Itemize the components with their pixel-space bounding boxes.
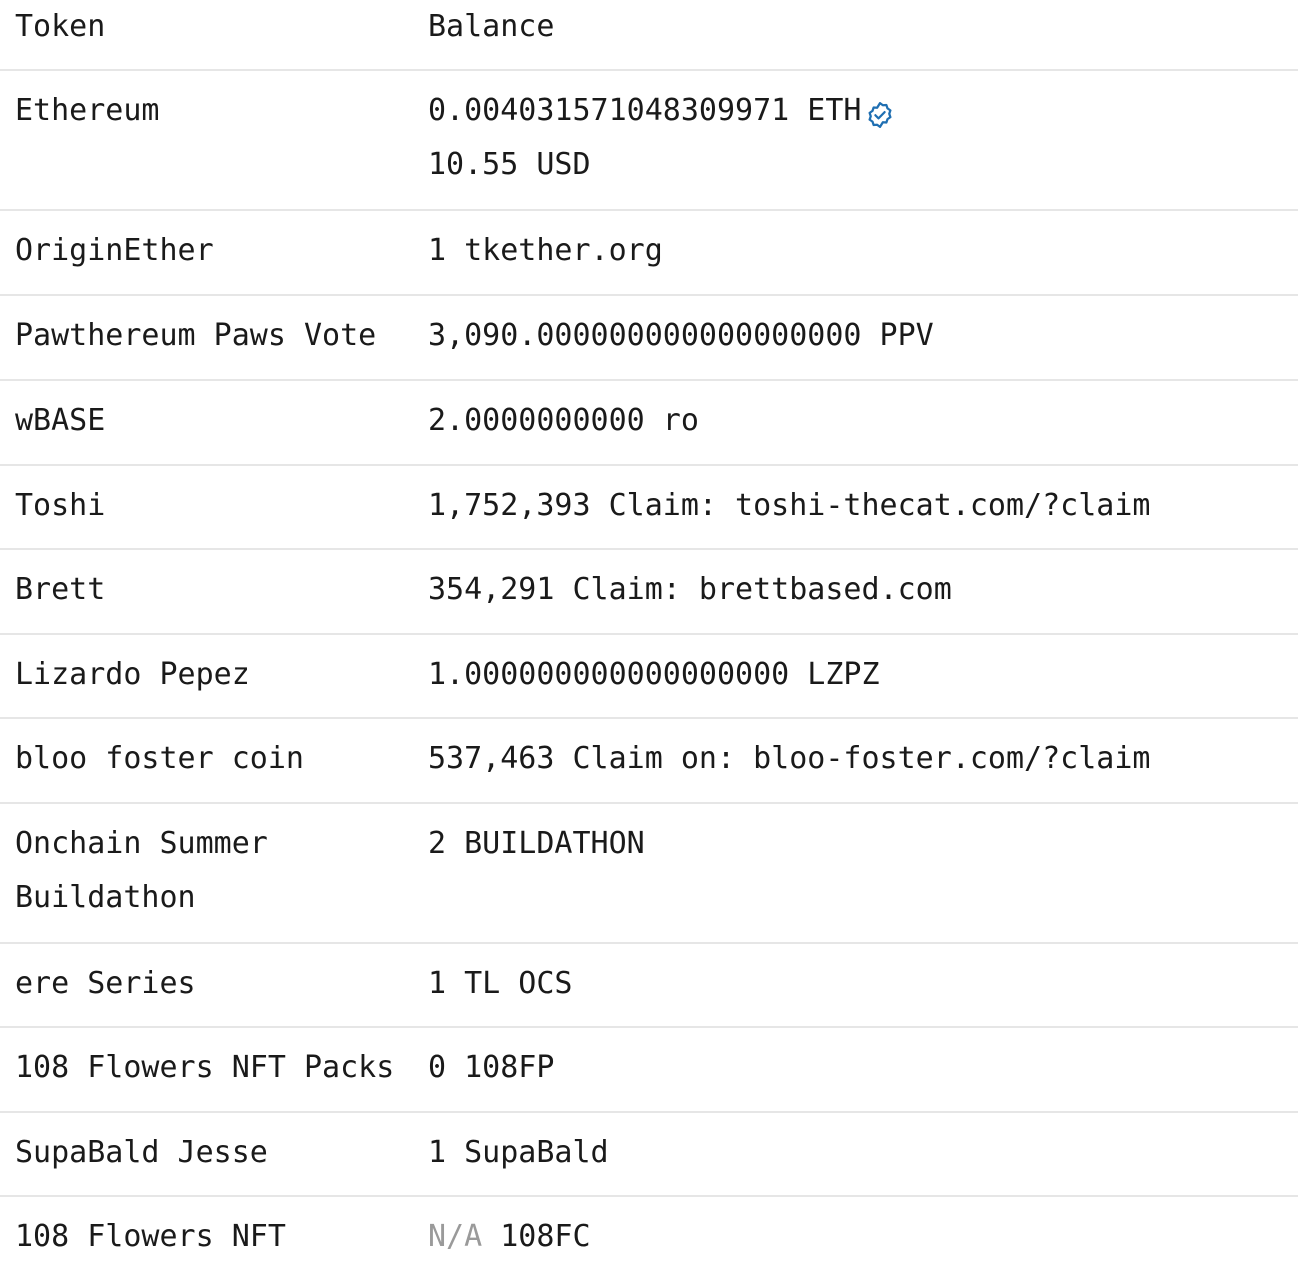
- token-balance: 1 TL OCS: [428, 966, 573, 1001]
- token-name: 108 Flowers NFT: [15, 1219, 286, 1254]
- balance-amount: 0.004031571048309971 ETH: [428, 93, 862, 128]
- table-row: Lizardo Pepez 1.000000000000000000 LZPZ: [0, 635, 1298, 719]
- token-name: Toshi: [15, 488, 106, 523]
- token-name: ere Series: [15, 966, 196, 1001]
- table-row: wBASE 2.0000000000 ro: [0, 381, 1298, 466]
- token-balance: 354,291 Claim: brettbased.com: [428, 572, 952, 607]
- token-name: bloo foster coin: [15, 741, 304, 776]
- column-header-balance: Balance: [428, 9, 555, 44]
- table-row: 108 Flowers NFT N/A 108FC: [0, 1197, 1298, 1277]
- token-balance: 0 108FP: [428, 1050, 555, 1085]
- token-name: Brett: [15, 572, 106, 607]
- token-balance: 0.004031571048309971 ETH 10.55 USD: [428, 84, 1298, 209]
- column-header-token: Token: [15, 9, 106, 44]
- token-balance: 1.000000000000000000 LZPZ: [428, 657, 880, 692]
- token-name: Ethereum: [15, 93, 160, 128]
- token-name: SupaBald Jesse: [15, 1135, 268, 1170]
- table-row: bloo foster coin 537,463 Claim on: bloo-…: [0, 719, 1298, 804]
- table-row: ere Series 1 TL OCS: [0, 944, 1298, 1028]
- token-balance: 1 tkether.org: [428, 233, 663, 268]
- token-balance: 1 SupaBald: [428, 1135, 609, 1170]
- token-balance: 2 BUILDATHON: [428, 826, 645, 861]
- token-balance: N/A 108FC: [428, 1210, 1298, 1277]
- token-name: Lizardo Pepez: [15, 657, 250, 692]
- table-row: SupaBald Jesse 1 SupaBald: [0, 1113, 1298, 1197]
- token-name: wBASE: [15, 403, 106, 438]
- table-row: OriginEther 1 tkether.org: [0, 211, 1298, 296]
- balance-symbol: 108FC: [500, 1219, 591, 1254]
- table-header-row: Token Balance: [0, 0, 1298, 71]
- token-name: Onchain Summer Buildathon: [15, 826, 268, 915]
- table-row: Onchain Summer Buildathon 2 BUILDATHON: [0, 804, 1298, 944]
- table-row: Toshi 1,752,393 Claim: toshi-thecat.com/…: [0, 466, 1298, 550]
- token-balance: 2.0000000000 ro: [428, 403, 699, 438]
- table-row: Ethereum 0.004031571048309971 ETH 10.55 …: [0, 71, 1298, 211]
- token-name: OriginEther: [15, 233, 214, 268]
- token-balance: 1,752,393 Claim: toshi-thecat.com/?claim: [428, 488, 1151, 523]
- table-row: Brett 354,291 Claim: brettbased.com: [0, 550, 1298, 635]
- balance-usd: 10.55 USD: [428, 147, 591, 182]
- balance-amount-na: N/A: [428, 1219, 483, 1254]
- token-balance-table: Token Balance Ethereum 0.004031571048309…: [0, 0, 1298, 1277]
- table-row: 108 Flowers NFT Packs 0 108FP: [0, 1028, 1298, 1113]
- token-balance: 3,090.000000000000000000 PPV: [428, 318, 934, 353]
- table-row: Pawthereum Paws Vote 3,090.0000000000000…: [0, 296, 1298, 381]
- token-name: 108 Flowers NFT Packs: [15, 1050, 395, 1085]
- token-balance: 537,463 Claim on: bloo-foster.com/?claim: [428, 741, 1151, 776]
- verified-badge-icon: [865, 94, 895, 128]
- token-name: Pawthereum Paws Vote: [15, 318, 377, 353]
